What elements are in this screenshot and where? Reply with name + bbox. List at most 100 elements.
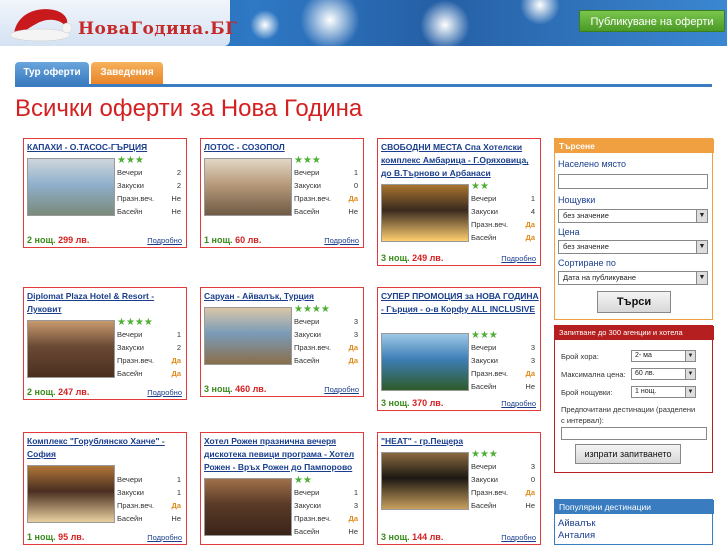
offer-title-link[interactable]: Diplomat Plaza Hotel & Resort - Луковит	[27, 290, 185, 316]
offer-title-link[interactable]: Комплекс "Горублянско Ханче" - София	[27, 435, 185, 461]
offer-title-link[interactable]: Саруан - Айвалък, Турция	[204, 290, 362, 303]
detail-value: 0	[530, 475, 535, 484]
offer-title-link[interactable]: "НЕАТ" - гр.Пещера	[381, 435, 539, 448]
star-rating: ★★★	[471, 330, 498, 341]
detail-value: Не	[348, 527, 358, 536]
destination-link[interactable]: Айвалък	[558, 518, 596, 529]
offer-card[interactable]: КАПАХИ - О.ТАСОС-ГЪРЦИЯ ★★★ Вечери 2 Закуски…	[23, 138, 187, 248]
offer-price: 3 нощ. 370 лв.	[381, 398, 443, 408]
detail-value: Не	[348, 207, 358, 216]
offer-photo[interactable]	[381, 184, 469, 242]
offer-photo[interactable]	[381, 452, 469, 510]
detail-label: Празн.веч.	[117, 194, 155, 203]
offer-title-link[interactable]: СВОБОДНИ МЕСТА Спа Хотелски комплекс Амб…	[381, 141, 539, 180]
offer-title-link[interactable]: Хотел Рожен празнична вечеря дискотека п…	[204, 435, 362, 474]
detail-value: 3	[353, 501, 358, 510]
offer-photo[interactable]	[204, 307, 292, 365]
offer-card[interactable]: ЛОТОС - СОЗОПОЛ ★★★ Вечери 1 Закуски 0 Празн.в…	[200, 138, 364, 248]
detail-label: Басейн	[471, 501, 497, 510]
offer-photo[interactable]	[27, 465, 115, 523]
offer-card[interactable]: Хотел Рожен празнична вечеря дискотека п…	[200, 432, 364, 545]
offer-price: 3 нощ. 144 лв.	[381, 532, 443, 542]
details-link[interactable]: Подробно	[501, 254, 536, 263]
offer-photo[interactable]	[27, 158, 115, 216]
detail-value: Да	[348, 356, 358, 365]
details-link[interactable]: Подробно	[324, 236, 359, 245]
details-link[interactable]: Подробно	[324, 385, 359, 394]
details-link[interactable]: Подробно	[147, 388, 182, 397]
detail-label: Басейн	[117, 207, 143, 216]
star-rating: ★★★	[471, 449, 498, 460]
popular-destinations-panel: Популярни дестинации Айвалък Анталия	[554, 499, 714, 545]
details-link[interactable]: Подробно	[147, 533, 182, 542]
star-rating: ★★★	[294, 155, 321, 166]
nights-label: Нощувки	[558, 195, 596, 205]
firework-decoration	[300, 0, 360, 46]
max-price-select[interactable]: 60 лв. ▼	[631, 368, 696, 380]
sort-select[interactable]: Дата на публикуване ▼	[558, 271, 708, 285]
request-nights-select[interactable]: 1 нощ. ▼	[631, 386, 696, 398]
offer-photo[interactable]	[27, 320, 115, 378]
destination-link[interactable]: Анталия	[558, 530, 595, 541]
detail-value: 1	[176, 330, 181, 339]
destinations-input[interactable]	[561, 427, 707, 440]
details-link[interactable]: Подробно	[501, 533, 536, 542]
offer-title-link[interactable]: ЛОТОС - СОЗОПОЛ	[204, 141, 362, 154]
detail-label: Закуски	[294, 181, 321, 190]
sort-label: Сортиране по	[558, 258, 616, 268]
sort-select-value: Дата на публикуване	[563, 273, 637, 282]
detail-label: Вечери	[294, 488, 320, 497]
send-request-button[interactable]: изпрати запитването	[575, 444, 681, 464]
offer-photo[interactable]	[204, 478, 292, 536]
offer-price: 3 нощ. 460 лв.	[204, 384, 266, 394]
tab-bar: Тур оферти Заведения	[15, 62, 715, 84]
star-rating: ★★★★	[294, 304, 330, 315]
offer-title-link[interactable]: СУПЕР ПРОМОЦИЯ за НОВА ГОДИНА - Гърция -…	[381, 290, 539, 316]
logo-text: НоваГодина.БГ	[78, 19, 238, 39]
offer-card[interactable]: Саруан - Айвалък, Турция ★★★★ Вечери 3 Закус…	[200, 287, 364, 397]
detail-label: Закуски	[117, 488, 144, 497]
detail-label: Вечери	[117, 330, 143, 339]
detail-value: 1	[176, 475, 181, 484]
search-button[interactable]: Търси	[597, 291, 671, 313]
firework-decoration	[420, 0, 470, 46]
people-select[interactable]: 2- ма ▼	[631, 350, 696, 362]
star-rating: ★★★★	[117, 317, 153, 328]
detail-value: 1	[176, 488, 181, 497]
details-link[interactable]: Подробно	[501, 399, 536, 408]
offer-card[interactable]: СВОБОДНИ МЕСТА Спа Хотелски комплекс Амб…	[377, 138, 541, 266]
publish-offers-button[interactable]: Публикуване на оферти	[579, 10, 725, 32]
tab-tour-offers[interactable]: Тур оферти	[15, 62, 89, 84]
page-title: Всички оферти за Нова Година	[15, 95, 363, 122]
price-nights: 1 нощ.	[204, 235, 233, 245]
detail-value: 1	[353, 488, 358, 497]
offer-photo[interactable]	[204, 158, 292, 216]
details-link[interactable]: Подробно	[147, 236, 182, 245]
place-input[interactable]	[558, 174, 708, 189]
price-nights: 2 нощ.	[27, 235, 56, 245]
offer-price: 3 нощ. 249 лв.	[381, 253, 443, 263]
detail-value: 1	[353, 168, 358, 177]
detail-value: Да	[348, 514, 358, 523]
offer-card[interactable]: Комплекс "Горублянско Ханче" - София Вече…	[23, 432, 187, 545]
request-panel: Запитване до 300 агенции и хотела Брой х…	[554, 325, 714, 473]
price-select[interactable]: без значение ▼	[558, 240, 708, 254]
price-amount: 460 лв.	[235, 384, 267, 394]
request-panel-title: Запитване до 300 агенции и хотела	[555, 326, 714, 340]
tab-venues[interactable]: Заведения	[91, 62, 163, 84]
price-amount: 95 лв.	[58, 532, 85, 542]
offer-card[interactable]: Diplomat Plaza Hotel & Resort - Луковит ★…	[23, 287, 187, 400]
price-nights: 3 нощ.	[381, 253, 410, 263]
detail-label: Празн.веч.	[294, 514, 332, 523]
offer-title-link[interactable]: КАПАХИ - О.ТАСОС-ГЪРЦИЯ	[27, 141, 185, 154]
detail-value: Да	[525, 488, 535, 497]
logo[interactable]: НоваГодина.БГ	[0, 0, 237, 46]
popular-panel-title: Популярни дестинации	[555, 500, 714, 514]
detail-label: Закуски	[117, 343, 144, 352]
nights-select[interactable]: без значение ▼	[558, 209, 708, 223]
detail-label: Празн.веч.	[471, 369, 509, 378]
offer-photo[interactable]	[381, 333, 469, 391]
offer-card[interactable]: СУПЕР ПРОМОЦИЯ за НОВА ГОДИНА - Гърция -…	[377, 287, 541, 411]
offer-card[interactable]: "НЕАТ" - гр.Пещера ★★★ Вечери 3 Закуски 0 Праз…	[377, 432, 541, 545]
star-rating: ★★	[294, 475, 312, 486]
